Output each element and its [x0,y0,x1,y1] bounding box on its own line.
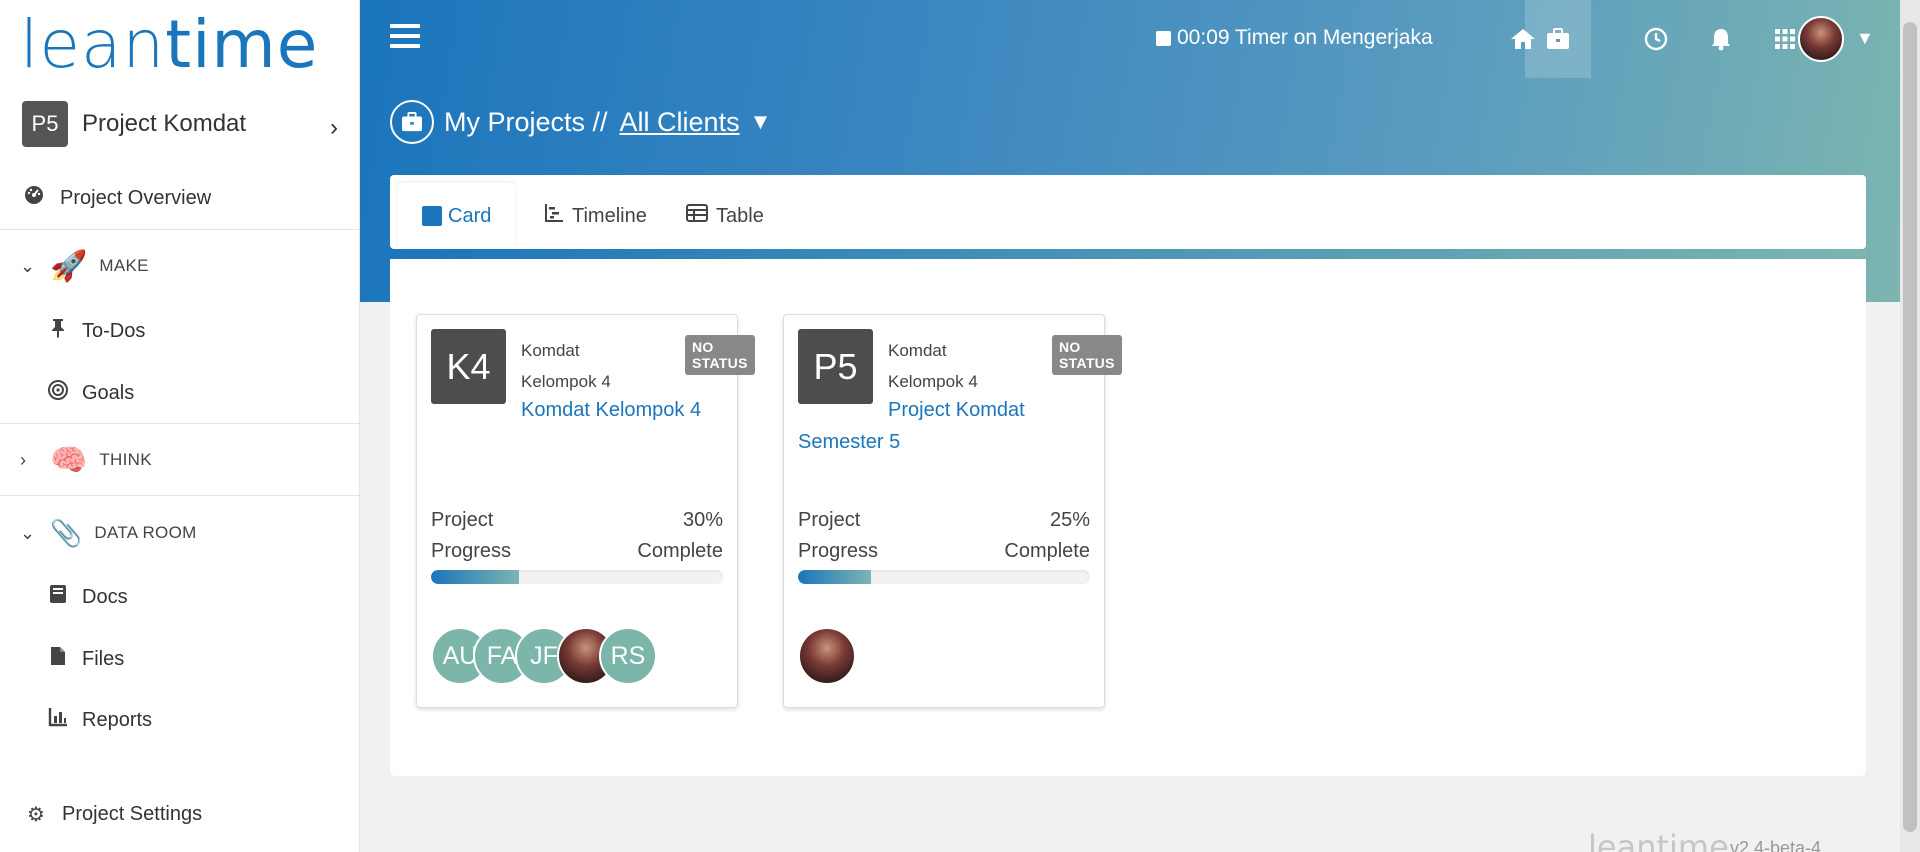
project-card[interactable]: P5 Komdat Kelompok 4 Project Komdat Semeste… [783,314,1122,708]
project-card[interactable]: K4 Komdat Kelompok 4 Komdat Kelompok 4 NO ST… [416,314,755,708]
rocket-icon: 🚀 [50,249,88,283]
nav-todos[interactable]: To-Dos [0,314,360,348]
timer-indicator[interactable]: 00:09 Timer on Mengerjaka [1156,26,1433,50]
divider [0,229,360,230]
user-avatar[interactable] [1798,16,1844,62]
progress-label: Project Progress 30% Complete [431,509,723,562]
logo-time-text: time [165,6,319,83]
status-badge: NO STATUS [685,335,755,375]
client-name: Komdat Kelompok 4 [888,341,978,391]
timeline-icon [544,203,564,229]
tab-underline [390,249,1866,259]
section-data-room[interactable]: ⌄ 📎 DATA ROOM [0,513,360,553]
caret-down-icon[interactable]: ▼ [1856,28,1874,49]
timer-text: 00:09 Timer on Mengerjaka [1177,26,1433,49]
chevron-right-icon: › [20,449,26,470]
progress-bar [431,570,723,584]
footer-version: v2.4-beta-4 [1730,838,1822,852]
nav-goals[interactable]: Goals [0,376,360,410]
logo-lean-text: lean [20,6,166,83]
nav-project-overview-label: Project Overview [60,186,212,209]
bell-icon[interactable] [1688,0,1754,78]
clock-icon[interactable] [1623,0,1689,78]
sidebar: leantime P5 Project Komdat › Project Ove… [0,0,360,852]
nav-reports[interactable]: Reports [0,703,360,737]
member-avatar[interactable] [798,627,856,685]
nav-docs-label: Docs [82,585,128,608]
divider [0,495,360,496]
file-icon [46,646,70,672]
brain-icon: 🧠 [50,443,88,477]
hamburger-menu-icon[interactable] [390,24,420,50]
project-switcher[interactable]: P5 Project Komdat › [22,100,348,148]
section-think[interactable]: › 🧠 THINK [0,440,360,480]
leantime-logo[interactable]: leantime [20,12,318,78]
nav-docs[interactable]: Docs [0,580,360,614]
client-filter-caret-icon[interactable]: ▼ [750,109,772,135]
project-cards-area: K4 Komdat Kelompok 4 Komdat Kelompok 4 NO ST… [390,259,1866,776]
section-data-room-label: DATA ROOM [94,523,197,542]
nav-project-settings-label: Project Settings [62,802,203,825]
card-icon [422,206,442,226]
pin-icon [46,318,70,344]
nav-project-overview[interactable]: Project Overview [0,180,360,216]
nav-goals-label: Goals [82,381,135,404]
briefcase-icon [390,100,434,144]
book-icon [46,584,70,610]
gear-icon: ⚙ [27,803,45,826]
chart-icon [46,707,70,733]
tab-card[interactable]: Card [398,183,516,249]
project-title-link[interactable]: Project Komdat Semester 5 [798,394,1088,458]
stop-icon [1156,30,1171,46]
table-icon [686,204,708,228]
view-tabs: Card Timeline Table [390,175,1866,249]
section-make-label: MAKE [99,256,149,275]
briefcase-icon[interactable] [1525,0,1591,78]
page-title: My Projects // [444,106,608,137]
tab-timeline-label: Timeline [572,204,647,227]
topbar: 00:09 Timer on Mengerjaka ▼ [360,0,1900,78]
progress-label: Project Progress 25% Complete [798,509,1090,562]
project-title-link[interactable]: Komdat Kelompok 4 [431,394,721,426]
nav-todos-label: To-Dos [82,319,146,342]
progress-fill [798,570,871,584]
section-make[interactable]: ⌄ 🚀 MAKE [0,246,360,286]
tab-card-label: Card [448,204,492,227]
target-icon [46,379,70,407]
paperclip-icon: 📎 [50,517,83,548]
client-name: Komdat Kelompok 4 [521,341,611,391]
chevron-right-icon: › [330,114,338,141]
scrollbar-thumb[interactable] [1903,22,1917,832]
progress-bar [798,570,1090,584]
nav-files[interactable]: Files [0,642,360,676]
section-think-label: THINK [99,450,152,469]
client-filter-link[interactable]: All Clients [620,107,740,138]
dashboard-icon [22,185,46,211]
tab-table-label: Table [716,204,764,227]
chevron-down-icon: ⌄ [20,255,36,276]
status-badge: NO STATUS [1052,335,1122,375]
scrollbar[interactable] [1900,0,1920,852]
page-heading: My Projects // All Clients ▼ [390,100,771,144]
nav-project-settings[interactable]: ⚙ Project Settings [0,797,360,831]
tab-timeline[interactable]: Timeline [520,183,671,249]
chevron-down-icon: ⌄ [20,522,36,543]
progress-fill [431,570,519,584]
project-avatar: K4 [431,329,506,404]
member-avatar[interactable]: RS [599,627,657,685]
footer-logo: leantime [1588,828,1729,852]
project-avatar: P5 [22,101,68,147]
divider [0,423,360,424]
project-avatar: P5 [798,329,873,404]
tab-table[interactable]: Table [662,183,788,249]
nav-files-label: Files [82,647,125,670]
project-name: Project Komdat [82,110,247,137]
nav-reports-label: Reports [82,708,153,731]
